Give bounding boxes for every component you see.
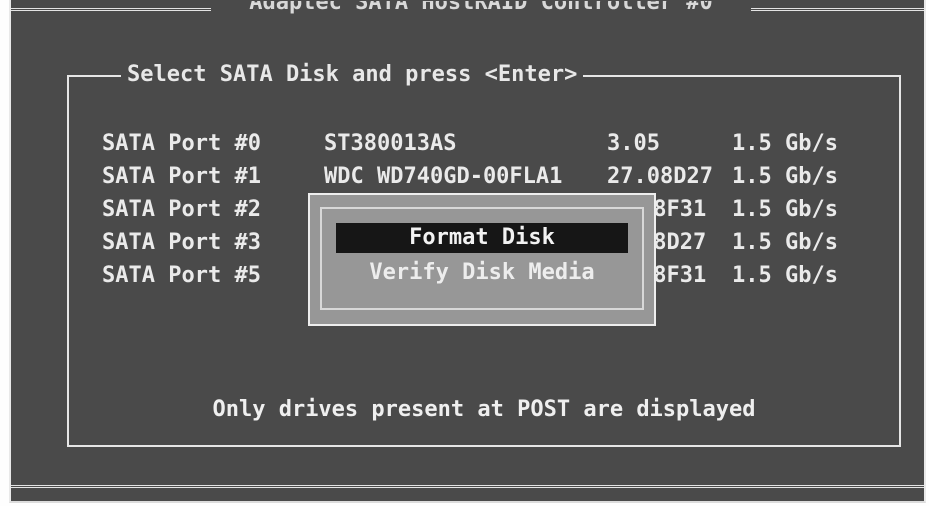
disk-speed: 1.5 Gb/s <box>732 197 838 222</box>
disk-speed: 1.5 Gb/s <box>732 131 838 156</box>
disk-row[interactable]: SATA Port #2 08F31 1.5 Gb/s <box>102 195 838 225</box>
disk-model: ST380013AS <box>324 131 457 156</box>
bios-screen: Adaptec SATA HostRAID Controller #0 Sele… <box>9 0 926 503</box>
disk-firmware: 3.05 <box>607 131 660 156</box>
disk-port: SATA Port #0 <box>102 131 261 156</box>
disk-model: WDC WD740GD-00FLA1 <box>324 164 563 189</box>
menu-item-format-disk[interactable]: Format Disk <box>336 223 628 253</box>
disk-action-menu-frame: Format Disk Verify Disk Media <box>320 207 644 310</box>
disk-port: SATA Port #2 <box>102 197 261 222</box>
menu-item-verify-disk-media[interactable]: Verify Disk Media <box>336 258 628 288</box>
disk-action-menu: Format Disk Verify Disk Media <box>308 193 656 326</box>
disk-row[interactable]: SATA Port #5 08F31 1.5 Gb/s <box>102 261 838 291</box>
panel-title: Select SATA Disk and press <Enter> <box>121 61 584 89</box>
disk-row[interactable]: SATA Port #1 WDC WD740GD-00FLA1 27.08D27… <box>102 162 838 192</box>
disk-row[interactable]: SATA Port #3 08D27 1.5 Gb/s <box>102 228 838 258</box>
disk-speed: 1.5 Gb/s <box>732 263 838 288</box>
window-title: Adaptec SATA HostRAID Controller #0 <box>211 1 751 15</box>
disk-speed: 1.5 Gb/s <box>732 164 838 189</box>
disk-firmware: 27.08D27 <box>607 164 713 189</box>
footer-note: Only drives present at POST are displaye… <box>212 397 756 422</box>
disk-port: SATA Port #3 <box>102 230 261 255</box>
disk-port: SATA Port #5 <box>102 263 261 288</box>
window-title-text: Adaptec SATA HostRAID Controller #0 <box>249 1 713 15</box>
disk-speed: 1.5 Gb/s <box>732 230 838 255</box>
disk-port: SATA Port #1 <box>102 164 261 189</box>
disk-row[interactable]: SATA Port #0 ST380013AS 3.05 1.5 Gb/s <box>102 129 838 159</box>
